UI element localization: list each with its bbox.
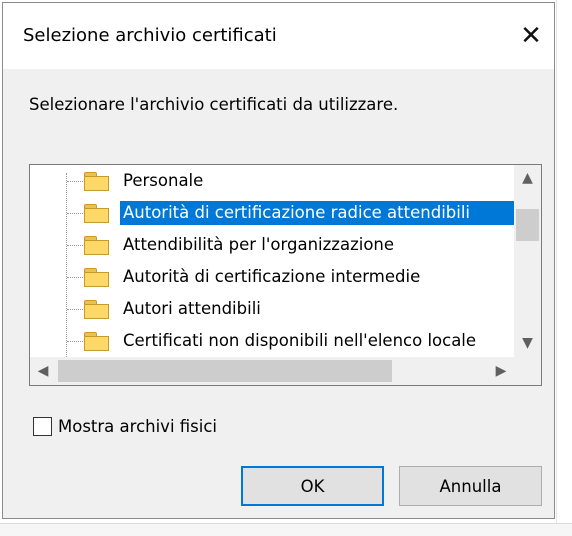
background-window-edge bbox=[556, 0, 572, 535]
cancel-button[interactable]: Annulla bbox=[399, 466, 542, 506]
horizontal-scrollbar[interactable]: ◀ ▶ bbox=[30, 357, 514, 385]
certificate-store-dialog: Selezione archivio certificati ✕ Selezio… bbox=[2, 2, 555, 519]
chevron-down-icon[interactable]: ▼ bbox=[514, 330, 541, 357]
folder-icon bbox=[84, 236, 110, 255]
tree-branch-line bbox=[67, 309, 83, 310]
folder-icon bbox=[84, 172, 110, 191]
chevron-left-icon[interactable]: ◀ bbox=[30, 357, 56, 385]
show-physical-stores-label[interactable]: Mostra archivi fisici bbox=[58, 415, 217, 439]
tree-branch-line bbox=[67, 277, 83, 278]
chevron-up-icon[interactable]: ▲ bbox=[514, 165, 541, 192]
background-window-strip bbox=[0, 523, 572, 536]
close-icon[interactable]: ✕ bbox=[514, 19, 548, 53]
tree-item-label: Autorità di certificazione intermedie bbox=[123, 267, 421, 286]
instruction-text: Selezionare l'archivio certificati da ut… bbox=[29, 95, 399, 114]
folder-icon bbox=[84, 268, 110, 287]
store-tree-view[interactable]: Personale Autorità di certificazione rad… bbox=[29, 164, 542, 386]
folder-icon bbox=[84, 300, 110, 319]
horizontal-scroll-thumb[interactable] bbox=[58, 360, 392, 382]
tree-item-selected[interactable]: Autorità di certificazione radice attend… bbox=[30, 197, 514, 229]
folder-icon bbox=[84, 332, 110, 351]
scrollbar-corner bbox=[514, 357, 541, 385]
tree-branch-line bbox=[67, 341, 83, 342]
tree-item[interactable]: Personale bbox=[30, 165, 514, 197]
tree-item-label: Autorità di certificazione radice attend… bbox=[120, 201, 514, 225]
tree-branch-line bbox=[67, 213, 83, 214]
tree-item-label: Certificati non disponibili nell'elenco … bbox=[123, 331, 477, 350]
dialog-title: Selezione archivio certificati bbox=[23, 25, 277, 46]
tree-item-label: Attendibilità per l'organizzazione bbox=[123, 235, 395, 254]
tree-branch-line bbox=[67, 181, 83, 182]
tree-item[interactable]: Certificati non disponibili nell'elenco … bbox=[30, 325, 514, 357]
vertical-scrollbar[interactable]: ▲ ▼ bbox=[514, 165, 541, 357]
tree-item-label: Personale bbox=[123, 171, 204, 190]
tree-item[interactable]: Autorità di certificazione intermedie bbox=[30, 261, 514, 293]
title-bar[interactable]: Selezione archivio certificati ✕ bbox=[3, 3, 554, 69]
tree-item-label: Autori attendibili bbox=[123, 299, 261, 318]
tree-item[interactable]: Attendibilità per l'organizzazione bbox=[30, 229, 514, 261]
tree-branch-line bbox=[67, 245, 83, 246]
show-physical-stores-checkbox[interactable] bbox=[33, 417, 52, 436]
chevron-right-icon[interactable]: ▶ bbox=[488, 357, 514, 385]
tree-viewport: Personale Autorità di certificazione rad… bbox=[30, 165, 514, 357]
vertical-scroll-thumb[interactable] bbox=[516, 209, 539, 241]
tree-item[interactable]: Autori attendibili bbox=[30, 293, 514, 325]
ok-button[interactable]: OK bbox=[241, 466, 384, 506]
folder-icon bbox=[84, 204, 110, 223]
